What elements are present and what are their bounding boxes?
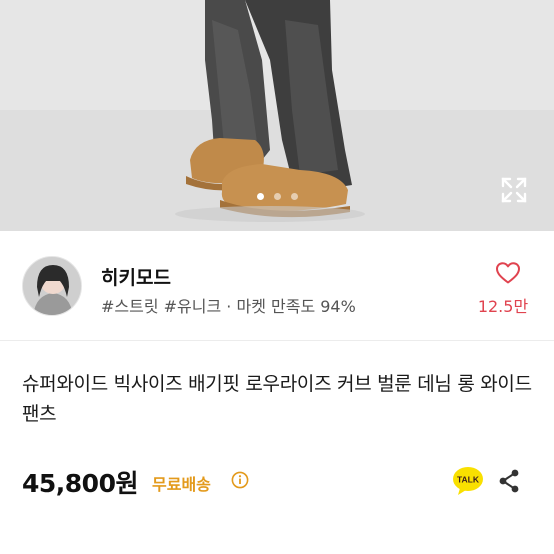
info-icon[interactable]	[231, 471, 249, 489]
expand-icon[interactable]	[500, 176, 528, 204]
talk-label: TALK	[457, 475, 480, 485]
product-image-gallery[interactable]	[0, 0, 554, 231]
price-row: 45,800원 무료배송 TALK	[0, 456, 554, 506]
kakaotalk-icon[interactable]: TALK	[452, 466, 484, 496]
seller-section[interactable]: 히키모드 #스트릿 #유니크 · 마켓 만족도 94% 12.5만	[0, 231, 554, 341]
gallery-dot[interactable]	[273, 193, 281, 200]
free-shipping-label: 무료배송	[152, 475, 211, 494]
avatar[interactable]	[22, 256, 82, 316]
heart-icon[interactable]	[495, 261, 521, 285]
product-price: 45,800원	[22, 469, 138, 498]
like-count: 12.5만	[477, 297, 529, 316]
product-title: 슈퍼와이드 빅사이즈 배기핏 로우라이즈 커브 벌룬 데님 롱 와이드팬츠	[22, 373, 532, 425]
gallery-dot-active[interactable]	[256, 193, 264, 200]
seller-tags: #스트릿 #유니크 · 마켓 만족도 94%	[101, 297, 356, 316]
share-icon[interactable]	[497, 468, 521, 494]
gallery-pagination-dots[interactable]	[0, 193, 554, 200]
gallery-dot[interactable]	[290, 193, 298, 200]
seller-avatar-image	[23, 257, 81, 315]
seller-name[interactable]: 히키모드	[101, 263, 171, 290]
